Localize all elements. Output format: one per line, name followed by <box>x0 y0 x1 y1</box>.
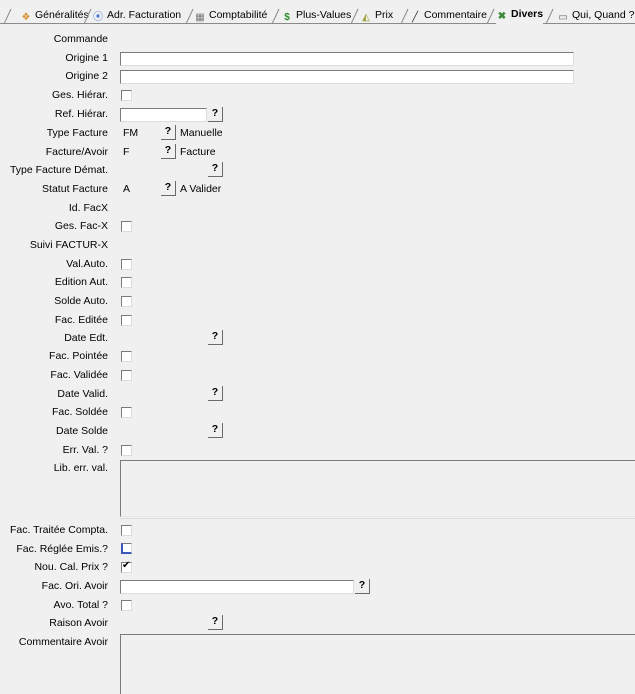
tab-separator <box>351 8 359 24</box>
label-fac-editee: Fac. Editée <box>54 314 108 326</box>
avo-total-checkbox[interactable] <box>121 600 132 611</box>
type-facture-lookup-button[interactable]: ? <box>161 125 176 140</box>
date-edt-lookup-button[interactable]: ? <box>208 330 223 345</box>
fac-reglee-emis-checkbox[interactable] <box>121 543 132 554</box>
solde-auto-checkbox[interactable] <box>121 296 132 307</box>
fac-editee-checkbox[interactable] <box>121 315 132 326</box>
tab-separator <box>84 8 92 24</box>
type-facture-code: FM <box>123 127 139 139</box>
type-facture-desc: Manuelle <box>180 127 223 139</box>
price-icon: ◭ <box>362 12 370 23</box>
origine-2-input[interactable] <box>120 70 574 84</box>
label-solde-auto: Solde Auto. <box>54 295 108 307</box>
tab-separator <box>4 8 12 24</box>
label-val-auto: Val.Auto. <box>66 258 108 270</box>
fac-pointee-checkbox[interactable] <box>121 351 132 362</box>
err-val-checkbox[interactable] <box>121 445 132 456</box>
label-fac-traitee-compta: Fac. Traitée Compta. <box>9 524 108 536</box>
label-type-facture: Type Facture <box>46 127 108 139</box>
label-fac-validee: Fac. Validée <box>50 369 108 381</box>
ges-hierar-checkbox[interactable] <box>121 90 132 101</box>
origine-1-input[interactable] <box>120 52 574 66</box>
label-type-facture-demat: Type Facture Démat. <box>9 164 108 176</box>
tab-divers[interactable]: ✖ Divers <box>496 5 544 24</box>
tab-adr-facturation[interactable]: ⦿ Adr. Facturation <box>92 8 181 23</box>
fac-traitee-compta-checkbox[interactable] <box>121 525 132 536</box>
tab-commentaire[interactable]: ╱ Commentaire <box>409 8 487 23</box>
misc-icon: ✖ <box>497 11 507 22</box>
label-origine-2: Origine 2 <box>65 70 108 82</box>
tab-separator <box>186 8 194 24</box>
date-valid-lookup-button[interactable]: ? <box>208 386 223 401</box>
tab-separator <box>401 8 409 24</box>
edition-aut-checkbox[interactable] <box>121 277 132 288</box>
tab-prix[interactable]: ◭ Prix <box>360 8 393 23</box>
label-fac-soldee: Fac. Soldée <box>51 406 108 418</box>
label-ges-facx: Ges. Fac-X <box>54 220 108 232</box>
commentaire-avoir-memo[interactable] <box>120 634 635 694</box>
accounting-icon: ▦ <box>195 12 205 23</box>
label-err-val: Err. Val. ? <box>62 444 108 456</box>
tab-separator <box>272 8 280 24</box>
nou-cal-prix-checkbox[interactable]: ✔ <box>121 560 132 573</box>
statut-facture-desc: A Valider <box>180 183 222 195</box>
statut-facture-code: A <box>123 183 131 195</box>
label-id-facx: Id. FacX <box>68 202 108 214</box>
label-origine-1: Origine 1 <box>65 52 108 64</box>
who-when-icon: ▭ <box>558 12 568 23</box>
general-icon: ❖ <box>21 12 31 23</box>
label-ges-hierar: Ges. Hiérar. <box>51 89 108 101</box>
tab-plus-values[interactable]: $ Plus-Values <box>281 8 351 23</box>
ges-facx-checkbox[interactable] <box>121 221 132 232</box>
label-edition-aut: Edition Aut. <box>54 276 108 288</box>
label-avo-total: Avo. Total ? <box>53 599 108 611</box>
tab-separator <box>546 8 554 24</box>
fac-ori-avoir-input[interactable] <box>120 580 354 594</box>
label-date-solde: Date Solde <box>56 425 108 437</box>
label-lib-err-val: Lib. err. val. <box>53 462 108 474</box>
ref-hierar-input[interactable] <box>120 108 207 122</box>
label-fac-pointee: Fac. Pointée <box>49 350 108 362</box>
fac-validee-checkbox[interactable] <box>121 370 132 381</box>
label-nou-cal-prix: Nou. Cal. Prix ? <box>34 561 108 573</box>
date-solde-lookup-button[interactable]: ? <box>208 423 223 438</box>
label-date-edt: Date Edt. <box>64 332 108 344</box>
facture-avoir-desc: Facture <box>180 146 216 158</box>
label-fac-reglee-emis: Fac. Réglée Emis.? <box>16 543 108 555</box>
facture-avoir-lookup-button[interactable]: ? <box>161 144 176 159</box>
checkmark-icon: ✔ <box>122 560 131 571</box>
label-ref-hierar: Ref. Hiérar. <box>54 108 108 120</box>
pencil-icon: ╱ <box>411 12 419 23</box>
fac-soldee-checkbox[interactable] <box>121 407 132 418</box>
tab-bar: ❖ Généralités ⦿ Adr. Facturation ▦ Comptabi… <box>0 0 635 24</box>
tab-separator <box>487 8 495 24</box>
type-facture-demat-lookup-button[interactable]: ? <box>208 162 223 177</box>
lib-err-val-memo[interactable] <box>120 460 635 517</box>
label-suivi-factur: Suivi FACTUR-X <box>29 239 108 251</box>
raison-avoir-lookup-button[interactable]: ? <box>208 615 223 630</box>
val-auto-checkbox[interactable] <box>121 259 132 270</box>
ref-hierar-lookup-button[interactable]: ? <box>208 107 223 122</box>
facture-avoir-code: F <box>123 146 130 158</box>
divider <box>120 518 635 519</box>
dollar-icon: $ <box>284 12 290 23</box>
label-statut-facture: Statut Facture <box>42 183 108 195</box>
label-facture-avoir: Facture/Avoir <box>45 146 108 158</box>
label-commande: Commande <box>53 33 108 45</box>
label-raison-avoir: Raison Avoir <box>49 617 108 629</box>
label-fac-ori-avoir: Fac. Ori. Avoir <box>41 580 108 592</box>
tab-comptabilite[interactable]: ▦ Comptabilité <box>194 8 267 23</box>
tab-qui-quand[interactable]: ▭ Qui, Quand ? <box>557 8 634 23</box>
address-icon: ⦿ <box>93 12 103 23</box>
label-date-valid: Date Valid. <box>57 388 108 400</box>
fac-ori-avoir-lookup-button[interactable]: ? <box>355 579 370 594</box>
statut-facture-lookup-button[interactable]: ? <box>161 181 176 196</box>
label-commentaire-avoir: Commentaire Avoir <box>18 636 108 648</box>
tab-generalites[interactable]: ❖ Généralités <box>20 8 89 23</box>
